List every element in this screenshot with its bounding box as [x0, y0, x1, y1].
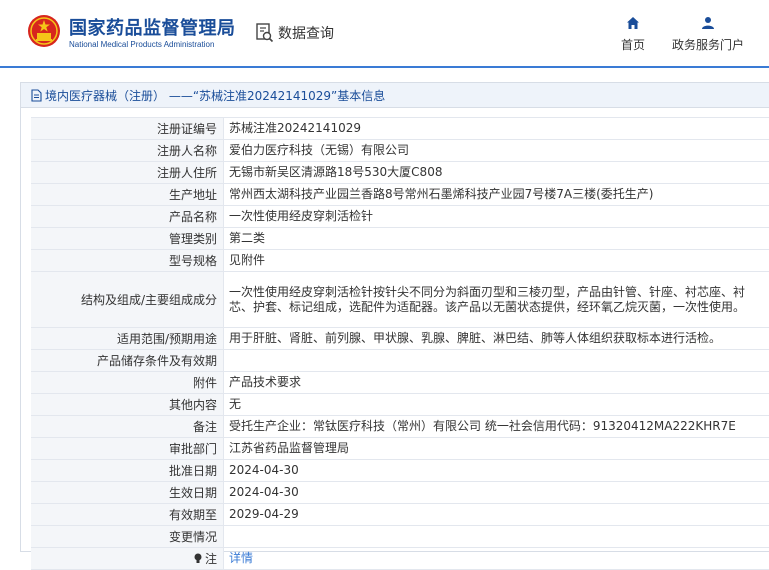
table-row: 结构及组成/主要组成成分 一次性使用经皮穿刺活检针按针尖不同分为斜面刃型和三棱刃型… — [31, 272, 769, 328]
table-row: 管理类别 第二类 — [31, 228, 769, 250]
nav-home[interactable]: 首页 — [620, 16, 646, 53]
row-key: 型号规格 — [31, 250, 224, 271]
row-value: 受托生产企业：常钛医疗科技（常州）有限公司 统一社会信用代码：91320412M… — [229, 419, 736, 433]
data-query-link[interactable]: 数据查询 — [256, 22, 334, 44]
panel-title: 境内医疗器械（注册） ——“苏械注准20242141029”基本信息 — [21, 83, 769, 108]
table-row: 生产地址 常州西太湖科技产业园兰香路8号常州石墨烯科技产业园7号楼7A三楼(委托生… — [31, 184, 769, 206]
row-key: 批准日期 — [31, 460, 224, 481]
home-icon — [627, 17, 639, 29]
table-row: 产品储存条件及有效期 — [31, 350, 769, 372]
brand-subtitle[interactable]: National Medical Products Administration — [69, 40, 214, 49]
table-row: 附件 产品技术要求 — [31, 372, 769, 394]
table-row: 注册证编号 苏械注准20242141029 — [31, 117, 769, 140]
table-row: 变更情况 — [31, 526, 769, 548]
row-key: 注册证编号 — [31, 118, 224, 139]
row-value: 爱伯力医疗科技（无锡）有限公司 — [229, 143, 410, 157]
national-emblem-icon[interactable] — [27, 14, 61, 48]
table-row: 型号规格 见附件 — [31, 250, 769, 272]
row-value: 第二类 — [229, 231, 266, 245]
table-row: 注册人名称 爱伯力医疗科技（无锡）有限公司 — [31, 140, 769, 162]
row-value: 江苏省药品监督管理局 — [229, 441, 350, 455]
nav-portal-label: 政务服务门户 — [672, 38, 745, 52]
nav-home-label: 首页 — [620, 38, 645, 52]
row-value — [224, 350, 769, 371]
row-key: 注 — [31, 548, 224, 569]
row-key: 备注 — [31, 416, 224, 437]
row-value: 2024-04-30 — [229, 485, 299, 499]
header-divider — [0, 66, 769, 68]
site-header: 国家药品监督管理局 National Medical Products Admi… — [0, 0, 769, 66]
table-row: 其他内容无 — [31, 394, 769, 416]
row-key: 审批部门 — [31, 438, 224, 459]
row-value: 用于肝脏、肾脏、前列腺、甲状腺、乳腺、脾脏、淋巴结、肺等人体组织获取标本进行活检… — [229, 331, 722, 345]
nav-gov-service-portal[interactable]: 政务服务门户 — [672, 16, 744, 53]
row-key: 生效日期 — [31, 482, 224, 503]
row-value: 2029-04-29 — [229, 507, 299, 521]
row-key: 注册人住所 — [31, 162, 224, 183]
row-key: 产品名称 — [31, 206, 224, 227]
row-key: 适用范围/预期用途 — [31, 328, 224, 349]
note-key: 注 — [204, 552, 217, 566]
table-row: 适用范围/预期用途 用于肝脏、肾脏、前列腺、甲状腺、乳腺、脾脏、淋巴结、肺等人体组… — [31, 328, 769, 350]
row-key: 其他内容 — [31, 394, 224, 415]
row-value: 产品技术要求 — [229, 375, 302, 389]
row-key: 生产地址 — [31, 184, 224, 205]
row-key: 结构及组成/主要组成成分 — [31, 272, 224, 327]
row-value: 一次性使用经皮穿刺活检针 — [229, 209, 374, 223]
row-value: 无 — [229, 397, 242, 411]
table-row: 有效期至 2029-04-29 — [31, 504, 769, 526]
details-link[interactable]: 详情 — [229, 551, 253, 566]
row-value: 见附件 — [229, 253, 266, 267]
row-value: 常州西太湖科技产业园兰香路8号常州石墨烯科技产业园7号楼7A三楼(委托生产) — [229, 187, 654, 201]
detail-panel: 境内医疗器械（注册） ——“苏械注准20242141029”基本信息 注册证编号… — [20, 82, 769, 570]
row-key: 注册人名称 — [31, 140, 224, 161]
document-icon — [31, 88, 42, 102]
data-query-label: 数据查询 — [278, 26, 334, 42]
table-row: 注册人住所 无锡市新吴区清源路18号530大厦C808 — [31, 162, 769, 184]
row-value: 详情 — [224, 548, 769, 569]
lightbulb-icon — [194, 553, 202, 563]
row-value — [224, 526, 769, 547]
row-key: 有效期至 — [31, 504, 224, 525]
data-search-icon — [256, 23, 274, 43]
info-table: 注册证编号 苏械注准20242141029 注册人名称 爱伯力医疗科技（无锡）有限公… — [31, 117, 769, 570]
row-key: 管理类别 — [31, 228, 224, 249]
brand-title[interactable]: 国家药品监督管理局 — [69, 14, 236, 40]
row-value: 无锡市新吴区清源路18号530大厦C808 — [229, 165, 443, 179]
row-value: 一次性使用经皮穿刺活检针按针尖不同分为斜面刃型和三棱刃型，产品由针管、针座、衬芯… — [229, 284, 746, 314]
table-row: 生效日期 2024-04-30 — [31, 482, 769, 504]
user-icon — [702, 17, 714, 29]
row-key: 产品储存条件及有效期 — [31, 350, 224, 371]
table-row: 产品名称 一次性使用经皮穿刺活检针 — [31, 206, 769, 228]
row-key: 变更情况 — [31, 526, 224, 547]
table-row-note: 注 详情 — [31, 548, 769, 570]
row-key: 附件 — [31, 372, 224, 393]
row-value: 苏械注准20242141029 — [229, 121, 361, 135]
table-row: 审批部门 江苏省药品监督管理局 — [31, 438, 769, 460]
table-row: 批准日期 2024-04-30 — [31, 460, 769, 482]
row-value: 2024-04-30 — [229, 463, 299, 477]
panel-title-text: 境内医疗器械（注册） ——“苏械注准20242141029”基本信息 — [45, 88, 386, 103]
table-row: 备注 受托生产企业：常钛医疗科技（常州）有限公司 统一社会信用代码：9132041… — [31, 416, 769, 438]
